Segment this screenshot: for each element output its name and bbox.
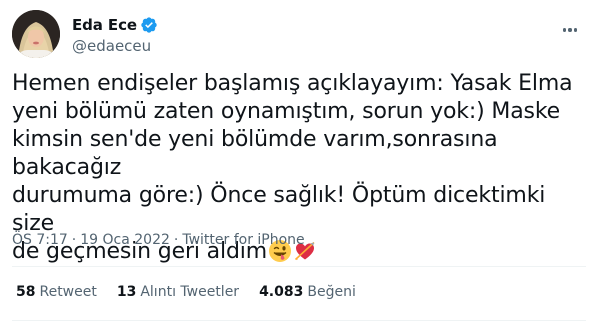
- tweet-time[interactable]: ÖS 7:17: [12, 232, 68, 248]
- tweet-header: Eda Ece @edaeceu: [12, 10, 588, 58]
- retweet-label: Retweet: [39, 284, 97, 300]
- tweet-stats: 58 Retweet 13 Alıntı Tweetler 4.083 Beğe…: [16, 284, 376, 300]
- tweet-date[interactable]: 19 Oca 2022: [80, 232, 170, 248]
- like-stat[interactable]: 4.083 Beğeni: [259, 284, 356, 300]
- verified-badge-icon: [140, 16, 158, 34]
- meta-separator: ·: [71, 232, 77, 248]
- tweet-meta: ÖS 7:17 · 19 Oca 2022 · Twitter for iPho…: [12, 232, 305, 248]
- retweet-count: 58: [16, 284, 36, 300]
- author-handle[interactable]: @edaeceu: [72, 37, 158, 55]
- like-count: 4.083: [259, 284, 304, 300]
- divider: [12, 320, 586, 321]
- avatar[interactable]: [12, 10, 60, 58]
- author-names: Eda Ece @edaeceu: [72, 15, 158, 55]
- tweet-card: Eda Ece @edaeceu Hemen endişeler başlamı…: [0, 0, 598, 323]
- meta-separator: ·: [173, 232, 179, 248]
- more-options-icon[interactable]: [556, 16, 584, 44]
- quote-tweet-count: 13: [116, 284, 137, 300]
- quote-tweet-stat[interactable]: 13 Alıntı Tweetler: [117, 284, 239, 300]
- display-name-row: Eda Ece: [72, 15, 158, 35]
- tweet-source[interactable]: Twitter for iPhone: [182, 232, 304, 248]
- retweet-stat[interactable]: 58 Retweet: [16, 284, 97, 300]
- like-label: Beğeni: [307, 284, 356, 300]
- profile-photo: [12, 10, 60, 58]
- display-name[interactable]: Eda Ece: [72, 16, 137, 34]
- divider: [12, 266, 586, 267]
- quote-tweet-label: Alıntı Tweetler: [140, 284, 240, 300]
